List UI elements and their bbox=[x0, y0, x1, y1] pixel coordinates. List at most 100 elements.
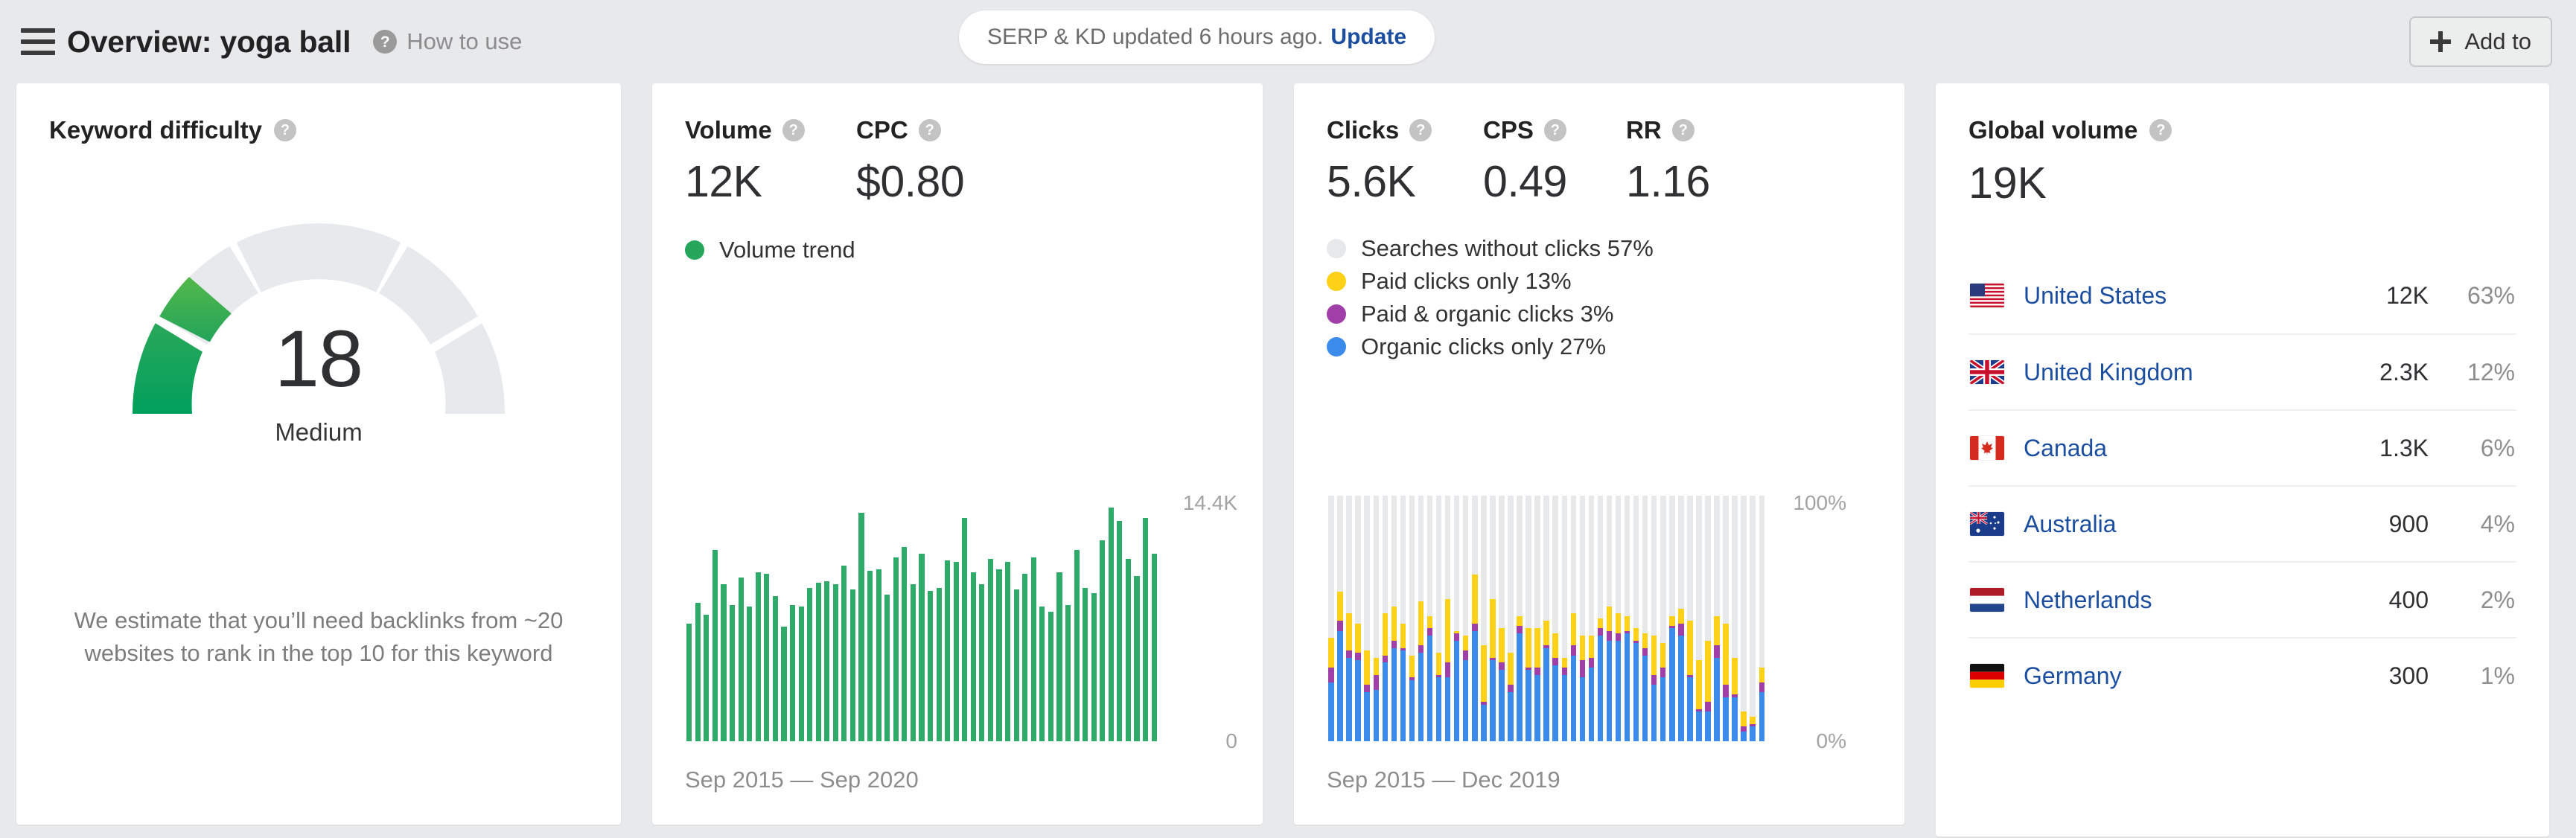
clicks-bar-column[interactable] bbox=[1560, 496, 1569, 741]
volume-bar-column[interactable] bbox=[702, 496, 711, 741]
clicks-bar-column[interactable] bbox=[1623, 496, 1632, 741]
clicks-legend-item[interactable]: Searches without clicks 57% bbox=[1327, 235, 1872, 262]
volume-bar-column[interactable] bbox=[892, 496, 901, 741]
volume-bar-column[interactable] bbox=[728, 496, 737, 741]
add-to-button[interactable]: Add to bbox=[2409, 16, 2552, 67]
volume-bar-column[interactable] bbox=[771, 496, 780, 741]
volume-bar-column[interactable] bbox=[694, 496, 703, 741]
volume-bar-column[interactable] bbox=[883, 496, 892, 741]
country-row[interactable]: Canada 1.3K 6% bbox=[1968, 409, 2516, 485]
clicks-bar-column[interactable] bbox=[1407, 496, 1416, 741]
clicks-bar-column[interactable] bbox=[1641, 496, 1650, 741]
country-row[interactable]: Germany 300 1% bbox=[1968, 637, 2516, 713]
clicks-bar-column[interactable] bbox=[1578, 496, 1587, 741]
clicks-bar-column[interactable] bbox=[1757, 496, 1766, 741]
clicks-bar-column[interactable] bbox=[1345, 496, 1354, 741]
volume-bar-column[interactable] bbox=[934, 496, 943, 741]
clicks-bar-column[interactable] bbox=[1730, 496, 1739, 741]
volume-bar-column[interactable] bbox=[745, 496, 754, 741]
clicks-bar-column[interactable] bbox=[1426, 496, 1435, 741]
volume-bar-column[interactable] bbox=[1124, 496, 1133, 741]
volume-bar-column[interactable] bbox=[917, 496, 926, 741]
volume-bar-column[interactable] bbox=[797, 496, 806, 741]
clicks-bar-column[interactable] bbox=[1398, 496, 1407, 741]
help-icon[interactable]: ? bbox=[373, 30, 398, 54]
country-row[interactable]: United Kingdom 2.3K 12% bbox=[1968, 333, 2516, 409]
clicks-bar-column[interactable] bbox=[1632, 496, 1641, 741]
volume-bar-column[interactable] bbox=[849, 496, 858, 741]
clicks-bar-column[interactable] bbox=[1721, 496, 1730, 741]
clicks-bar-column[interactable] bbox=[1614, 496, 1623, 741]
help-icon[interactable]: ? bbox=[2149, 119, 2172, 141]
volume-bar-column[interactable] bbox=[719, 496, 728, 741]
volume-bar-column[interactable] bbox=[1030, 496, 1039, 741]
country-name-link[interactable]: Germany bbox=[2024, 662, 2122, 690]
volume-bar-column[interactable] bbox=[900, 496, 909, 741]
clicks-bar-column[interactable] bbox=[1416, 496, 1425, 741]
volume-bar-column[interactable] bbox=[780, 496, 788, 741]
clicks-bar-column[interactable] bbox=[1354, 496, 1362, 741]
volume-bar-column[interactable] bbox=[832, 496, 841, 741]
clicks-legend-item[interactable]: Organic clicks only 27% bbox=[1327, 333, 1872, 360]
volume-bar-column[interactable] bbox=[978, 496, 986, 741]
volume-bar-column[interactable] bbox=[951, 496, 960, 741]
country-name-link[interactable]: Netherlands bbox=[2024, 586, 2152, 614]
volume-bar-column[interactable] bbox=[823, 496, 832, 741]
volume-bar-column[interactable] bbox=[1047, 496, 1056, 741]
clicks-bar-column[interactable] bbox=[1595, 496, 1604, 741]
volume-bar-column[interactable] bbox=[1098, 496, 1107, 741]
help-icon[interactable]: ? bbox=[1543, 119, 1566, 141]
volume-bar-column[interactable] bbox=[685, 496, 694, 741]
country-row[interactable]: Australia 900 4% bbox=[1968, 485, 2516, 561]
volume-bar-column[interactable] bbox=[1089, 496, 1098, 741]
clicks-bar-column[interactable] bbox=[1703, 496, 1712, 741]
country-row[interactable]: United States 12K 63% bbox=[1968, 258, 2516, 333]
volume-bar-column[interactable] bbox=[874, 496, 883, 741]
clicks-bar-column[interactable] bbox=[1497, 496, 1506, 741]
volume-bar-column[interactable] bbox=[866, 496, 875, 741]
volume-bar-column[interactable] bbox=[960, 496, 969, 741]
clicks-bar-column[interactable] bbox=[1380, 496, 1389, 741]
volume-bar-column[interactable] bbox=[1064, 496, 1073, 741]
how-to-use-link[interactable]: ? How to use bbox=[373, 28, 522, 55]
clicks-bar-column[interactable] bbox=[1739, 496, 1748, 741]
volume-bar-column[interactable] bbox=[1004, 496, 1013, 741]
clicks-legend-item[interactable]: Paid & organic clicks 3% bbox=[1327, 301, 1872, 327]
clicks-bar-column[interactable] bbox=[1686, 496, 1695, 741]
volume-bar-column[interactable] bbox=[986, 496, 995, 741]
clicks-bar-column[interactable] bbox=[1488, 496, 1497, 741]
volume-bar-column[interactable] bbox=[762, 496, 771, 741]
clicks-bar-column[interactable] bbox=[1677, 496, 1686, 741]
clicks-bar-column[interactable] bbox=[1650, 496, 1659, 741]
country-name-link[interactable]: Australia bbox=[2024, 511, 2117, 538]
volume-bar-column[interactable] bbox=[1021, 496, 1030, 741]
clicks-bar-column[interactable] bbox=[1659, 496, 1668, 741]
clicks-bar-column[interactable] bbox=[1389, 496, 1398, 741]
volume-bar-column[interactable] bbox=[1012, 496, 1021, 741]
clicks-bar-column[interactable] bbox=[1604, 496, 1613, 741]
volume-bar-column[interactable] bbox=[788, 496, 797, 741]
volume-bar-column[interactable] bbox=[943, 496, 952, 741]
clicks-bar-column[interactable] bbox=[1362, 496, 1371, 741]
volume-bar-column[interactable] bbox=[1081, 496, 1090, 741]
volume-bar-column[interactable] bbox=[840, 496, 849, 741]
volume-bar-column[interactable] bbox=[1055, 496, 1064, 741]
clicks-legend-item[interactable]: Paid clicks only 13% bbox=[1327, 268, 1872, 295]
country-name-link[interactable]: Canada bbox=[2024, 435, 2107, 462]
volume-bar-column[interactable] bbox=[926, 496, 935, 741]
clicks-bar-column[interactable] bbox=[1569, 496, 1578, 741]
country-row[interactable]: Netherlands 400 2% bbox=[1968, 561, 2516, 637]
clicks-bar-column[interactable] bbox=[1453, 496, 1461, 741]
clicks-bar-column[interactable] bbox=[1479, 496, 1488, 741]
volume-bar-column[interactable] bbox=[1141, 496, 1150, 741]
clicks-bar-column[interactable] bbox=[1524, 496, 1533, 741]
clicks-bar-column[interactable] bbox=[1515, 496, 1524, 741]
volume-bar-column[interactable] bbox=[1150, 496, 1158, 741]
volume-bar-column[interactable] bbox=[1072, 496, 1081, 741]
volume-bar-column[interactable] bbox=[814, 496, 823, 741]
volume-bar-column[interactable] bbox=[909, 496, 918, 741]
volume-bar-column[interactable] bbox=[1132, 496, 1141, 741]
clicks-bar-column[interactable] bbox=[1748, 496, 1757, 741]
clicks-bar-column[interactable] bbox=[1336, 496, 1345, 741]
volume-bar-column[interactable] bbox=[711, 496, 720, 741]
